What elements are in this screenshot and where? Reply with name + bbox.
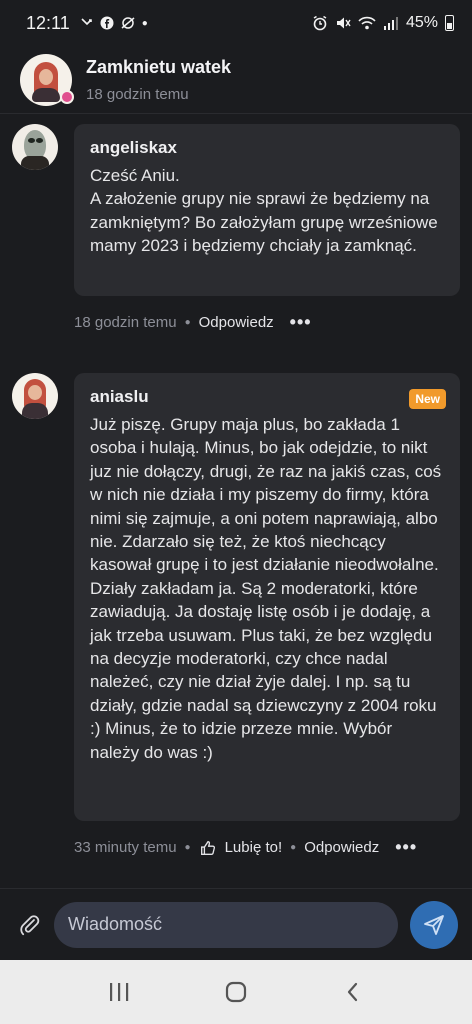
wifi-icon — [358, 16, 376, 30]
send-icon — [424, 914, 444, 935]
send-button[interactable] — [410, 900, 458, 949]
system-nav-bar — [0, 960, 472, 1024]
missed-call-icon — [81, 18, 92, 26]
message-input[interactable]: Wiadomość — [54, 901, 398, 948]
more-options-icon[interactable]: ••• — [290, 312, 312, 333]
avatar[interactable] — [12, 373, 58, 419]
notification-icons: ● — [80, 16, 148, 30]
facebook-icon — [100, 16, 114, 30]
status-time: 12:11 — [26, 12, 70, 33]
separator-dot: ● — [184, 842, 191, 853]
home-button[interactable] — [216, 972, 256, 1012]
message-bubble: angeliskax Cześć Aniu. A założenie grupy… — [74, 124, 460, 296]
message-meta: 18 godzin temu ● Odpowiedz ••• — [74, 312, 312, 333]
status-dot-icon: ● — [141, 17, 148, 29]
no-alarm-icon — [121, 17, 135, 29]
thread-subtitle: 18 godzin temu — [86, 85, 189, 103]
system-icons: 45% — [312, 14, 454, 32]
message-time: 18 godzin temu — [74, 314, 177, 331]
new-badge: New — [409, 389, 446, 409]
mute-icon — [336, 17, 351, 29]
message-author[interactable]: angeliskax — [90, 138, 446, 158]
reply-button[interactable]: Odpowiedz — [199, 314, 274, 331]
thread-avatar[interactable] — [20, 53, 74, 106]
reply-button[interactable]: Odpowiedz — [304, 839, 379, 856]
message-text: Już piszę. Grupy maja plus, bo zakłada 1… — [90, 415, 442, 762]
message-bubble: aniaslu New Już piszę. Grupy maja plus, … — [74, 373, 460, 821]
separator-dot: ● — [184, 317, 191, 328]
thread-title: Zamknietu watek — [86, 56, 232, 77]
recent-apps-icon — [109, 983, 128, 1001]
message-meta: 33 minuty temu ● Lubię to! ● Odpowiedz •… — [74, 837, 417, 858]
signal-icon — [383, 17, 398, 30]
message-text: Cześć Aniu. A założenie grupy nie sprawi… — [90, 166, 438, 256]
message-composer: Wiadomość — [0, 888, 472, 960]
thumbs-up-icon[interactable] — [199, 839, 217, 857]
avatar[interactable] — [12, 124, 58, 170]
back-button[interactable] — [333, 972, 373, 1012]
home-icon — [225, 981, 247, 1003]
message-author[interactable]: aniaslu — [90, 387, 446, 407]
thread-header: Zamknietu watek 18 godzin temu — [0, 46, 472, 114]
separator-dot: ● — [290, 842, 297, 853]
attach-icon[interactable] — [16, 911, 44, 939]
recent-apps-button[interactable] — [99, 972, 139, 1012]
battery-icon — [445, 15, 454, 31]
message-time: 33 minuty temu — [74, 839, 177, 856]
status-bar: 12:11 ● 45% — [0, 0, 472, 46]
alarm-icon — [313, 15, 327, 31]
more-options-icon[interactable]: ••• — [395, 837, 417, 858]
like-button[interactable]: Lubię to! — [225, 839, 283, 856]
online-indicator — [60, 89, 74, 104]
battery-percent: 45% — [405, 14, 438, 31]
back-icon — [348, 982, 358, 1002]
